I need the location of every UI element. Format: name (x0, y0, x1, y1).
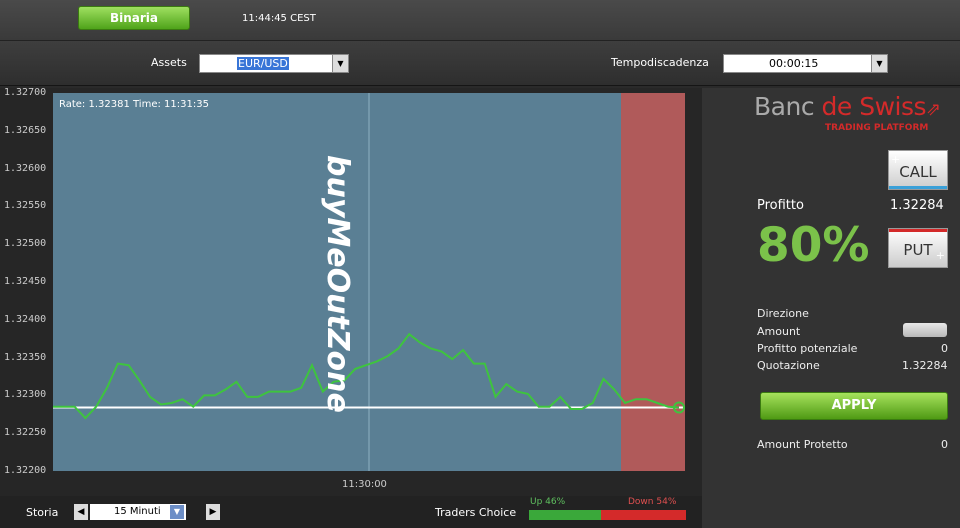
brand-flag-icon: ⇗ (926, 99, 941, 120)
put-button-label: PUT (903, 241, 933, 259)
quote-value: 1.32284 (902, 359, 948, 372)
call-button[interactable]: + CALL (888, 150, 948, 190)
expiry-zone (621, 93, 685, 471)
assets-label: Assets (151, 56, 187, 69)
chevron-down-icon[interactable]: ▼ (170, 505, 184, 519)
server-clock: 11:44:45 CEST (242, 13, 316, 24)
prev-arrow-icon[interactable]: ◀ (74, 504, 88, 520)
profit-label: Profitto (757, 198, 804, 213)
y-axis-tick-label: 1.32350 (4, 351, 47, 363)
storia-label: Storia (26, 506, 59, 519)
y-axis-tick-label: 1.32650 (4, 124, 47, 136)
amount-input[interactable] (903, 323, 947, 337)
y-axis-tick-label: 1.32450 (4, 276, 47, 287)
y-axis-tick-label: 1.32550 (4, 200, 47, 212)
y-axis-tick-label: 1.32300 (4, 389, 47, 401)
brand-logo-accent: de Swiss (821, 92, 927, 121)
brand-logo: Banc de Swiss⇗ (754, 92, 941, 121)
history-range-value: 15 Minuti (114, 506, 161, 517)
call-accent-bar (889, 186, 947, 189)
sentiment-up-fill (529, 510, 602, 520)
binaria-button[interactable]: Binaria (78, 6, 190, 30)
sentiment-bar (529, 510, 686, 520)
chevron-down-icon[interactable]: ▼ (332, 55, 348, 72)
protected-amount-label: Amount Protetto (757, 438, 848, 451)
y-axis-tick-label: 1.32500 (4, 238, 47, 250)
y-axis-tick-label: 1.32200 (4, 465, 47, 476)
chevron-down-icon[interactable]: ▼ (871, 55, 887, 72)
quote-label: Quotazione (757, 359, 820, 372)
call-button-label: CALL (899, 163, 937, 181)
direction-label: Direzione (757, 307, 809, 320)
apply-button[interactable]: APPLY (760, 392, 948, 420)
rate-readout: Rate: 1.32381 Time: 11:31:35 (59, 99, 209, 110)
top-bar: Binaria 11:44:45 CEST (0, 0, 960, 41)
asset-select-value: EUR/USD (237, 57, 289, 70)
chart-svg (53, 93, 685, 471)
protected-amount-value: 0 (941, 438, 948, 451)
up-percent-label: Up 46% (530, 497, 566, 507)
potential-profit-value: 0 (941, 342, 948, 355)
y-axis-tick-label: 1.32400 (4, 313, 47, 325)
potential-profit-label: Profitto potenziale (757, 342, 858, 355)
chart-panel: 1.32700 1.32650 1.32600 1.32550 1.32500 1.324… (0, 87, 702, 528)
plus-icon: + (935, 249, 945, 262)
y-axis-tick-label: 1.32700 (4, 87, 47, 98)
traders-choice-label: Traders Choice (435, 506, 517, 519)
put-button[interactable]: PUT + (888, 228, 948, 268)
expiry-select-value: 00:00:15 (769, 57, 819, 70)
brand-logo-main: Banc (754, 92, 822, 121)
price-chart[interactable]: Rate: 1.32381 Time: 11:31:35 buyMeOutZon… (53, 93, 685, 471)
y-axis-tick-label: 1.32600 (4, 162, 47, 174)
down-percent-label: Down 54% (628, 497, 677, 507)
profit-percent: 80% (757, 218, 870, 273)
x-axis-tick: 11:30:00 (342, 479, 387, 490)
put-accent-bar (889, 229, 947, 232)
expiry-label: Tempodiscadenza (611, 56, 709, 69)
plus-icon: + (891, 153, 901, 166)
brand-tagline: TRADING PLATFORM (825, 123, 929, 133)
bottom-bar: Storia ◀ 15 Minuti ▼ ▶ Traders Choice Up… (0, 496, 702, 528)
amount-label: Amount (757, 325, 801, 338)
next-arrow-icon[interactable]: ▶ (206, 504, 220, 520)
expiry-select[interactable]: 00:00:15 ▼ (723, 54, 888, 73)
selector-bar: Assets EUR/USD ▼ Tempodiscadenza 00:00:1… (0, 41, 960, 86)
y-axis-tick-label: 1.32250 (4, 427, 47, 439)
asset-select[interactable]: EUR/USD ▼ (199, 54, 349, 73)
profit-rate: 1.32284 (890, 198, 944, 213)
watermark-text: buyMeOutZone (320, 155, 355, 413)
